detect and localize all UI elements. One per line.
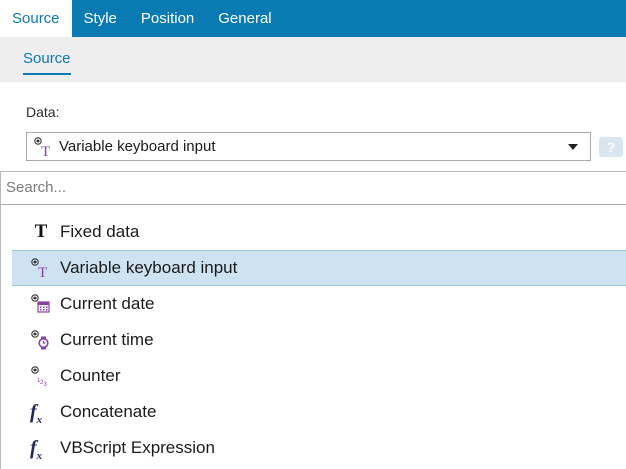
list-item-current-time[interactable]: Current time	[1, 322, 626, 358]
list-item-current-date[interactable]: Current date	[1, 286, 626, 322]
help-icon[interactable]: ?	[599, 137, 623, 157]
svg-text:3: 3	[44, 382, 48, 387]
function-icon: fx	[30, 401, 43, 426]
data-source-dropdown: T Fixed data T Variable keyboard input	[0, 171, 626, 469]
search-input[interactable]	[1, 172, 601, 203]
options-list: T Fixed data T Variable keyboard input C…	[1, 214, 626, 466]
tab-source[interactable]: Source	[0, 0, 72, 37]
list-item-label: Current date	[60, 294, 155, 313]
fixed-text-icon: T	[34, 221, 48, 242]
function-icon: fx	[30, 437, 43, 462]
tab-style[interactable]: Style	[72, 0, 129, 37]
top-tab-bar: Source Style Position General	[0, 0, 626, 37]
tab-general[interactable]: General	[206, 0, 283, 37]
tab-position[interactable]: Position	[129, 0, 206, 37]
watch-icon	[30, 329, 52, 351]
search-box	[1, 172, 626, 205]
list-item-label: Variable keyboard input	[60, 258, 238, 277]
svg-text:T: T	[41, 144, 50, 158]
subtab-source[interactable]: Source	[23, 50, 71, 75]
list-item-label: Concatenate	[60, 402, 157, 421]
sub-tab-bar: Source	[0, 37, 626, 82]
list-item-label: VBScript Expression	[60, 438, 215, 457]
list-item-fixed-data[interactable]: T Fixed data	[1, 214, 626, 250]
list-item-label: Counter	[60, 366, 121, 385]
list-item-label: Current time	[60, 330, 154, 349]
data-source-select[interactable]: T Variable keyboard input	[26, 132, 591, 161]
svg-text:T: T	[38, 265, 47, 279]
selected-value: Variable keyboard input	[59, 138, 216, 155]
variable-text-icon: T	[33, 136, 55, 158]
counter-icon: 1 2 3	[30, 365, 52, 387]
calendar-icon	[30, 293, 52, 315]
list-item-concatenate[interactable]: fx Concatenate	[1, 394, 626, 430]
list-item-vbscript-expression[interactable]: fx VBScript Expression	[1, 430, 626, 466]
chevron-down-icon[interactable]	[568, 144, 578, 150]
list-item-label: Fixed data	[60, 222, 140, 241]
list-item-variable-keyboard-input[interactable]: T Variable keyboard input	[12, 250, 626, 286]
list-item-counter[interactable]: 1 2 3 Counter	[1, 358, 626, 394]
data-field-label: Data:	[26, 104, 60, 120]
variable-text-icon: T	[30, 257, 52, 279]
